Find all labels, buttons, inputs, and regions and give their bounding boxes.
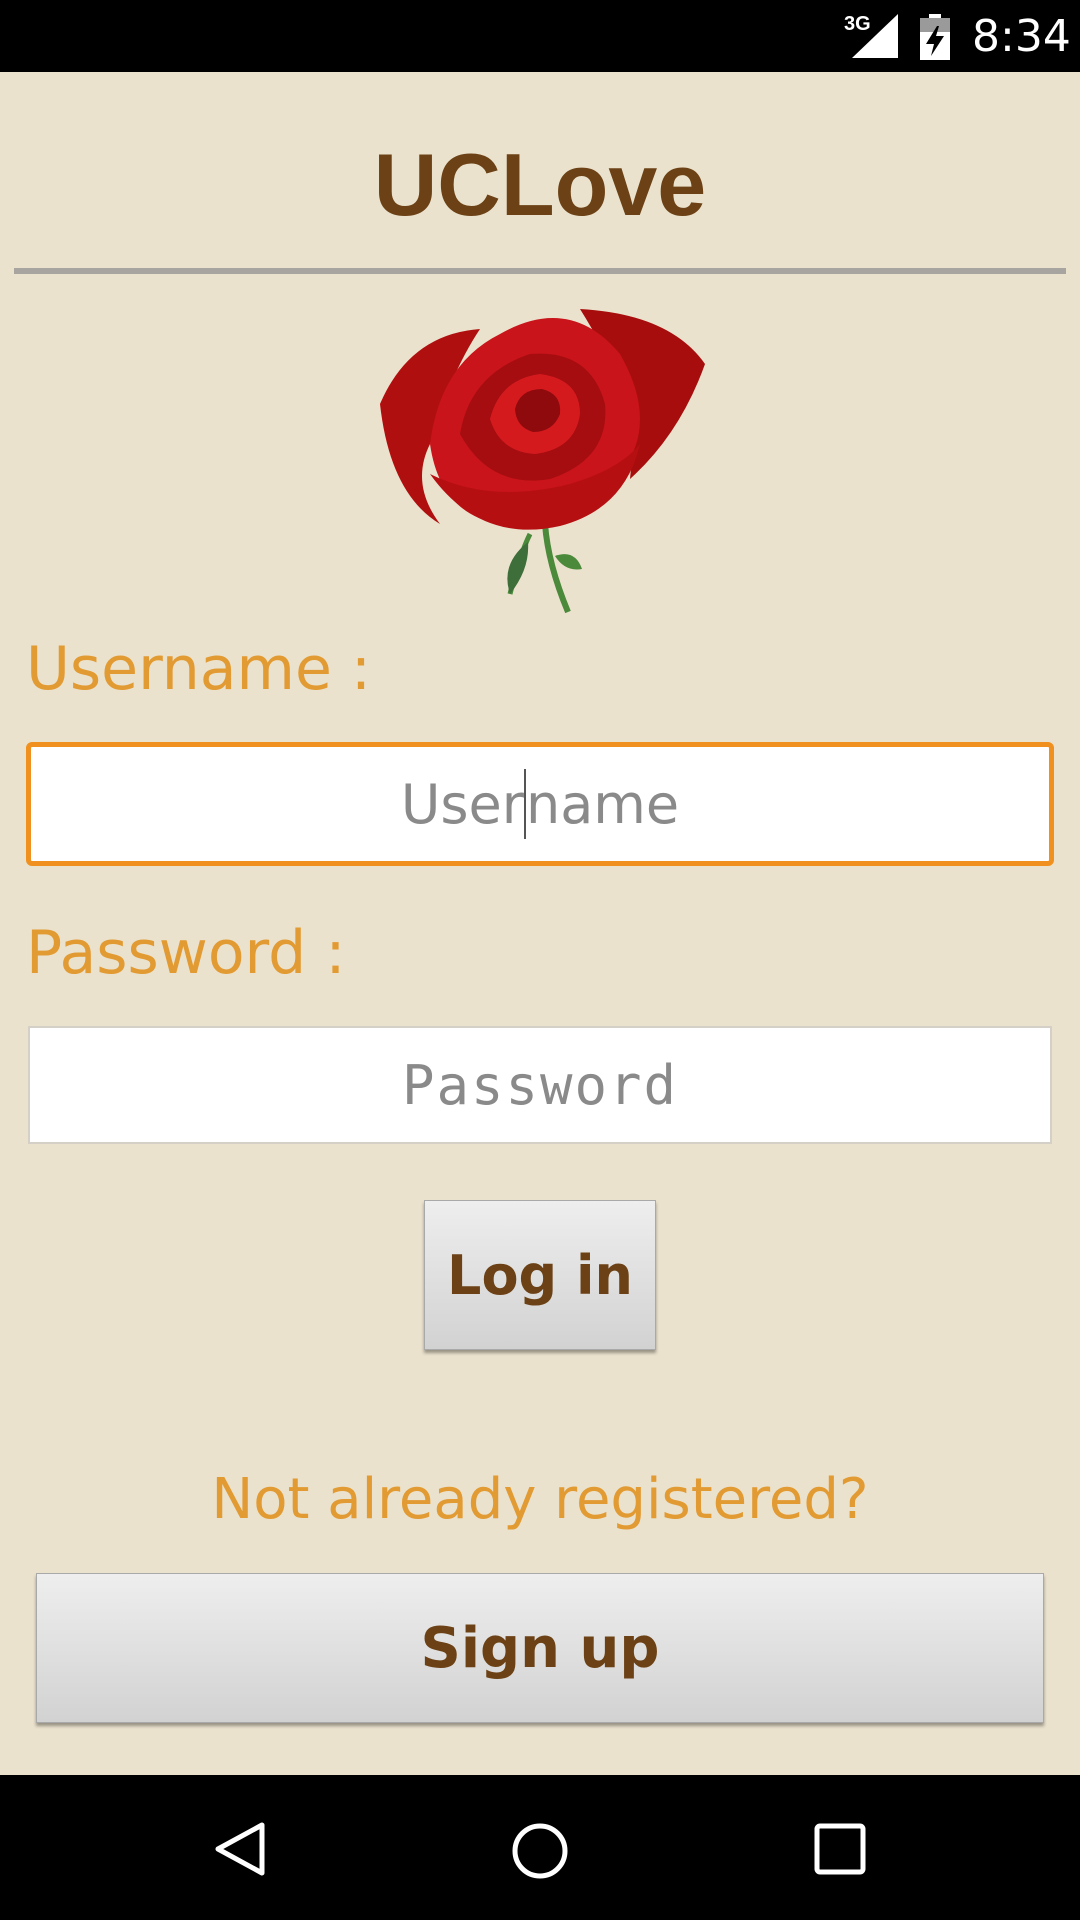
username-placeholder: User [400,772,524,836]
navigation-bar [0,1775,1080,1920]
register-prompt: Not already registered? [211,1467,869,1532]
rose-icon [380,309,705,614]
username-label: Username : [26,634,372,704]
password-placeholder: Password [401,1053,679,1117]
password-label: Password : [26,918,346,988]
status-time: 8:34 [972,11,1071,62]
signal-icon [852,14,898,58]
password-input[interactable]: Password [28,1026,1052,1144]
back-icon[interactable] [212,1821,268,1877]
title-divider [14,268,1066,274]
battery-charging-icon [920,14,950,60]
status-bar: 3G 8:34 [0,0,1080,72]
recents-icon[interactable] [814,1823,866,1875]
login-button[interactable]: Log in [424,1200,656,1350]
username-placeholder-rest: name [525,772,680,836]
username-input[interactable]: User name [26,742,1054,866]
home-icon[interactable] [510,1821,570,1881]
app-title: UCLove [373,135,707,234]
signup-button[interactable]: Sign up [36,1573,1044,1723]
login-screen: UCLove Username : User name Password : Pa… [0,72,1080,1775]
